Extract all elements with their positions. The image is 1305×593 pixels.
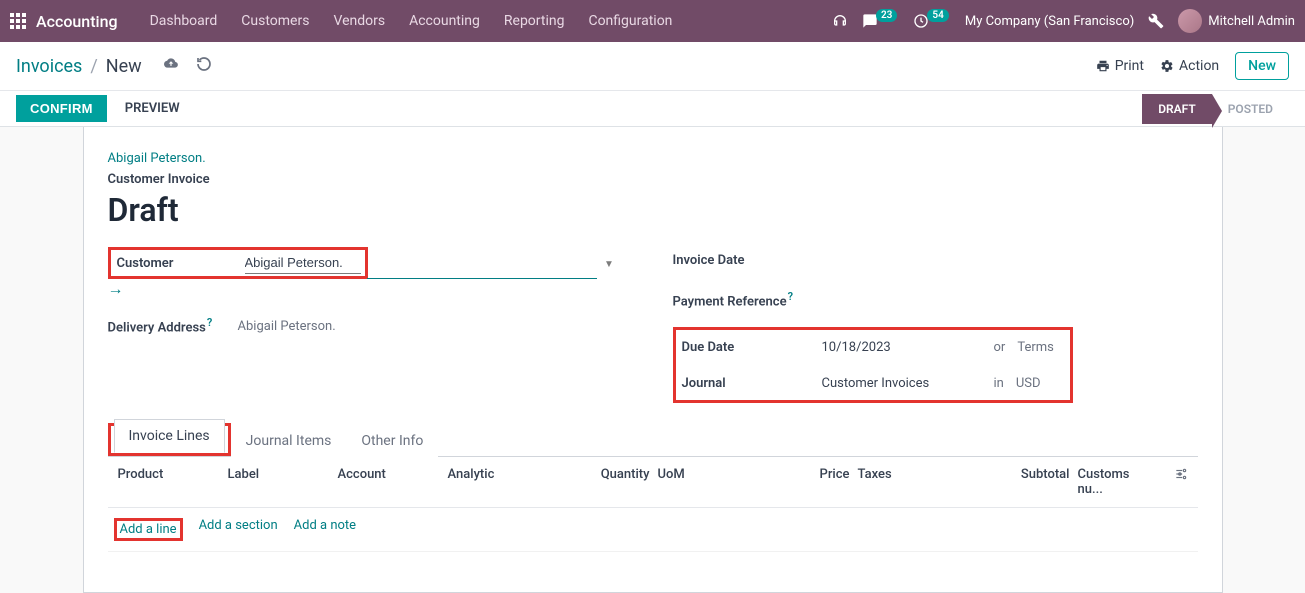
col-analytic: Analytic: [444, 467, 574, 497]
col-uom: UoM: [654, 467, 724, 497]
breadcrumb-current: New: [106, 56, 142, 77]
control-panel: Invoices / New Print Action New: [0, 42, 1305, 91]
partner-link[interactable]: Abigail Peterson.: [108, 151, 206, 166]
customer-open-icon[interactable]: →: [108, 279, 124, 298]
preview-button[interactable]: PREVIEW: [125, 101, 180, 116]
delivery-value[interactable]: Abigail Peterson.: [238, 319, 633, 334]
activities-icon[interactable]: 54: [913, 13, 950, 29]
add-section-button[interactable]: Add a section: [199, 518, 278, 541]
journal-in: in: [994, 376, 1004, 391]
nav-item-dashboard[interactable]: Dashboard: [150, 13, 218, 29]
messages-badge: 23: [876, 9, 897, 22]
form-sheet: Abigail Peterson. Customer Invoice Draft…: [83, 127, 1223, 593]
columns-config-icon[interactable]: [1162, 467, 1192, 497]
breadcrumb-root[interactable]: Invoices: [16, 56, 82, 77]
discard-icon[interactable]: [196, 56, 212, 76]
customer-input[interactable]: [245, 252, 361, 274]
breadcrumb-sep: /: [90, 56, 97, 77]
cloud-save-icon[interactable]: [162, 56, 180, 76]
customer-caret-icon[interactable]: ▼: [600, 259, 618, 270]
add-line-button[interactable]: Add a line: [120, 522, 177, 537]
doc-type: Customer Invoice: [108, 172, 1198, 187]
user-name: Mitchell Admin: [1208, 14, 1295, 29]
nav-menu: Dashboard Customers Vendors Accounting R…: [150, 13, 673, 29]
currency-value[interactable]: USD: [1016, 376, 1041, 391]
form-tabs: Invoice Lines Journal Items Other Info: [108, 423, 1198, 457]
nav-item-accounting[interactable]: Accounting: [409, 13, 480, 29]
user-menu[interactable]: Mitchell Admin: [1178, 9, 1295, 33]
nav-item-customers[interactable]: Customers: [241, 13, 309, 29]
print-button[interactable]: Print: [1096, 58, 1144, 74]
col-account: Account: [334, 467, 444, 497]
payment-terms[interactable]: Terms: [1017, 340, 1054, 355]
nav-item-configuration[interactable]: Configuration: [588, 13, 672, 29]
highlight-customer: Customer: [108, 247, 368, 279]
highlight-lines-tab: Invoice Lines: [108, 423, 231, 456]
status-bar: CONFIRM PREVIEW DRAFT POSTED: [0, 91, 1305, 127]
messages-icon[interactable]: 23: [862, 13, 899, 29]
invoice-date-label: Invoice Date: [673, 253, 823, 268]
highlight-add-line: Add a line: [114, 518, 183, 541]
col-taxes: Taxes: [854, 467, 944, 497]
new-button[interactable]: New: [1235, 52, 1289, 80]
delivery-label: Delivery Address?: [108, 316, 238, 335]
due-date-label: Due Date: [682, 340, 822, 355]
highlight-due-journal: Due Date 10/18/2023 or Terms Journal Cus…: [673, 327, 1073, 403]
breadcrumb: Invoices / New: [16, 56, 142, 77]
nav-item-vendors[interactable]: Vendors: [333, 13, 385, 29]
apps-menu[interactable]: Accounting: [10, 12, 138, 31]
support-icon[interactable]: [832, 13, 848, 29]
tab-journal-items[interactable]: Journal Items: [231, 424, 347, 457]
customer-label: Customer: [115, 256, 245, 271]
stage-posted[interactable]: POSTED: [1212, 94, 1289, 124]
help-icon[interactable]: ?: [788, 290, 793, 303]
activities-badge: 54: [927, 9, 948, 22]
action-button[interactable]: Action: [1160, 58, 1219, 74]
confirm-button[interactable]: CONFIRM: [16, 95, 107, 122]
journal-label: Journal: [682, 376, 822, 391]
col-price: Price: [724, 467, 854, 497]
tab-other-info[interactable]: Other Info: [346, 424, 438, 457]
nav-brand[interactable]: Accounting: [36, 12, 118, 31]
due-or: or: [994, 340, 1006, 355]
doc-title: Draft: [108, 191, 1198, 229]
invoice-lines-grid: Product Label Account Analytic Quantity …: [108, 457, 1198, 552]
col-subtotal: Subtotal: [944, 467, 1074, 497]
journal-value[interactable]: Customer Invoices: [822, 376, 982, 391]
col-product: Product: [114, 467, 224, 497]
apps-icon: [10, 13, 26, 29]
add-note-button[interactable]: Add a note: [294, 518, 356, 541]
tab-invoice-lines[interactable]: Invoice Lines: [114, 419, 225, 453]
due-date-value[interactable]: 10/18/2023: [822, 340, 982, 355]
nav-item-reporting[interactable]: Reporting: [504, 13, 565, 29]
debug-icon[interactable]: [1148, 13, 1164, 29]
company-switcher[interactable]: My Company (San Francisco): [965, 14, 1134, 29]
col-label: Label: [224, 467, 334, 497]
gear-icon: [1160, 59, 1174, 73]
print-icon: [1096, 59, 1110, 73]
payment-ref-label: Payment Reference?: [673, 290, 823, 309]
stage-draft[interactable]: DRAFT: [1142, 94, 1212, 124]
avatar: [1178, 9, 1202, 33]
col-customs: Customs nu...: [1074, 467, 1162, 497]
main-navbar: Accounting Dashboard Customers Vendors A…: [0, 0, 1305, 42]
help-icon[interactable]: ?: [207, 316, 212, 329]
status-stages: DRAFT POSTED: [1142, 94, 1289, 124]
col-quantity: Quantity: [574, 467, 654, 497]
